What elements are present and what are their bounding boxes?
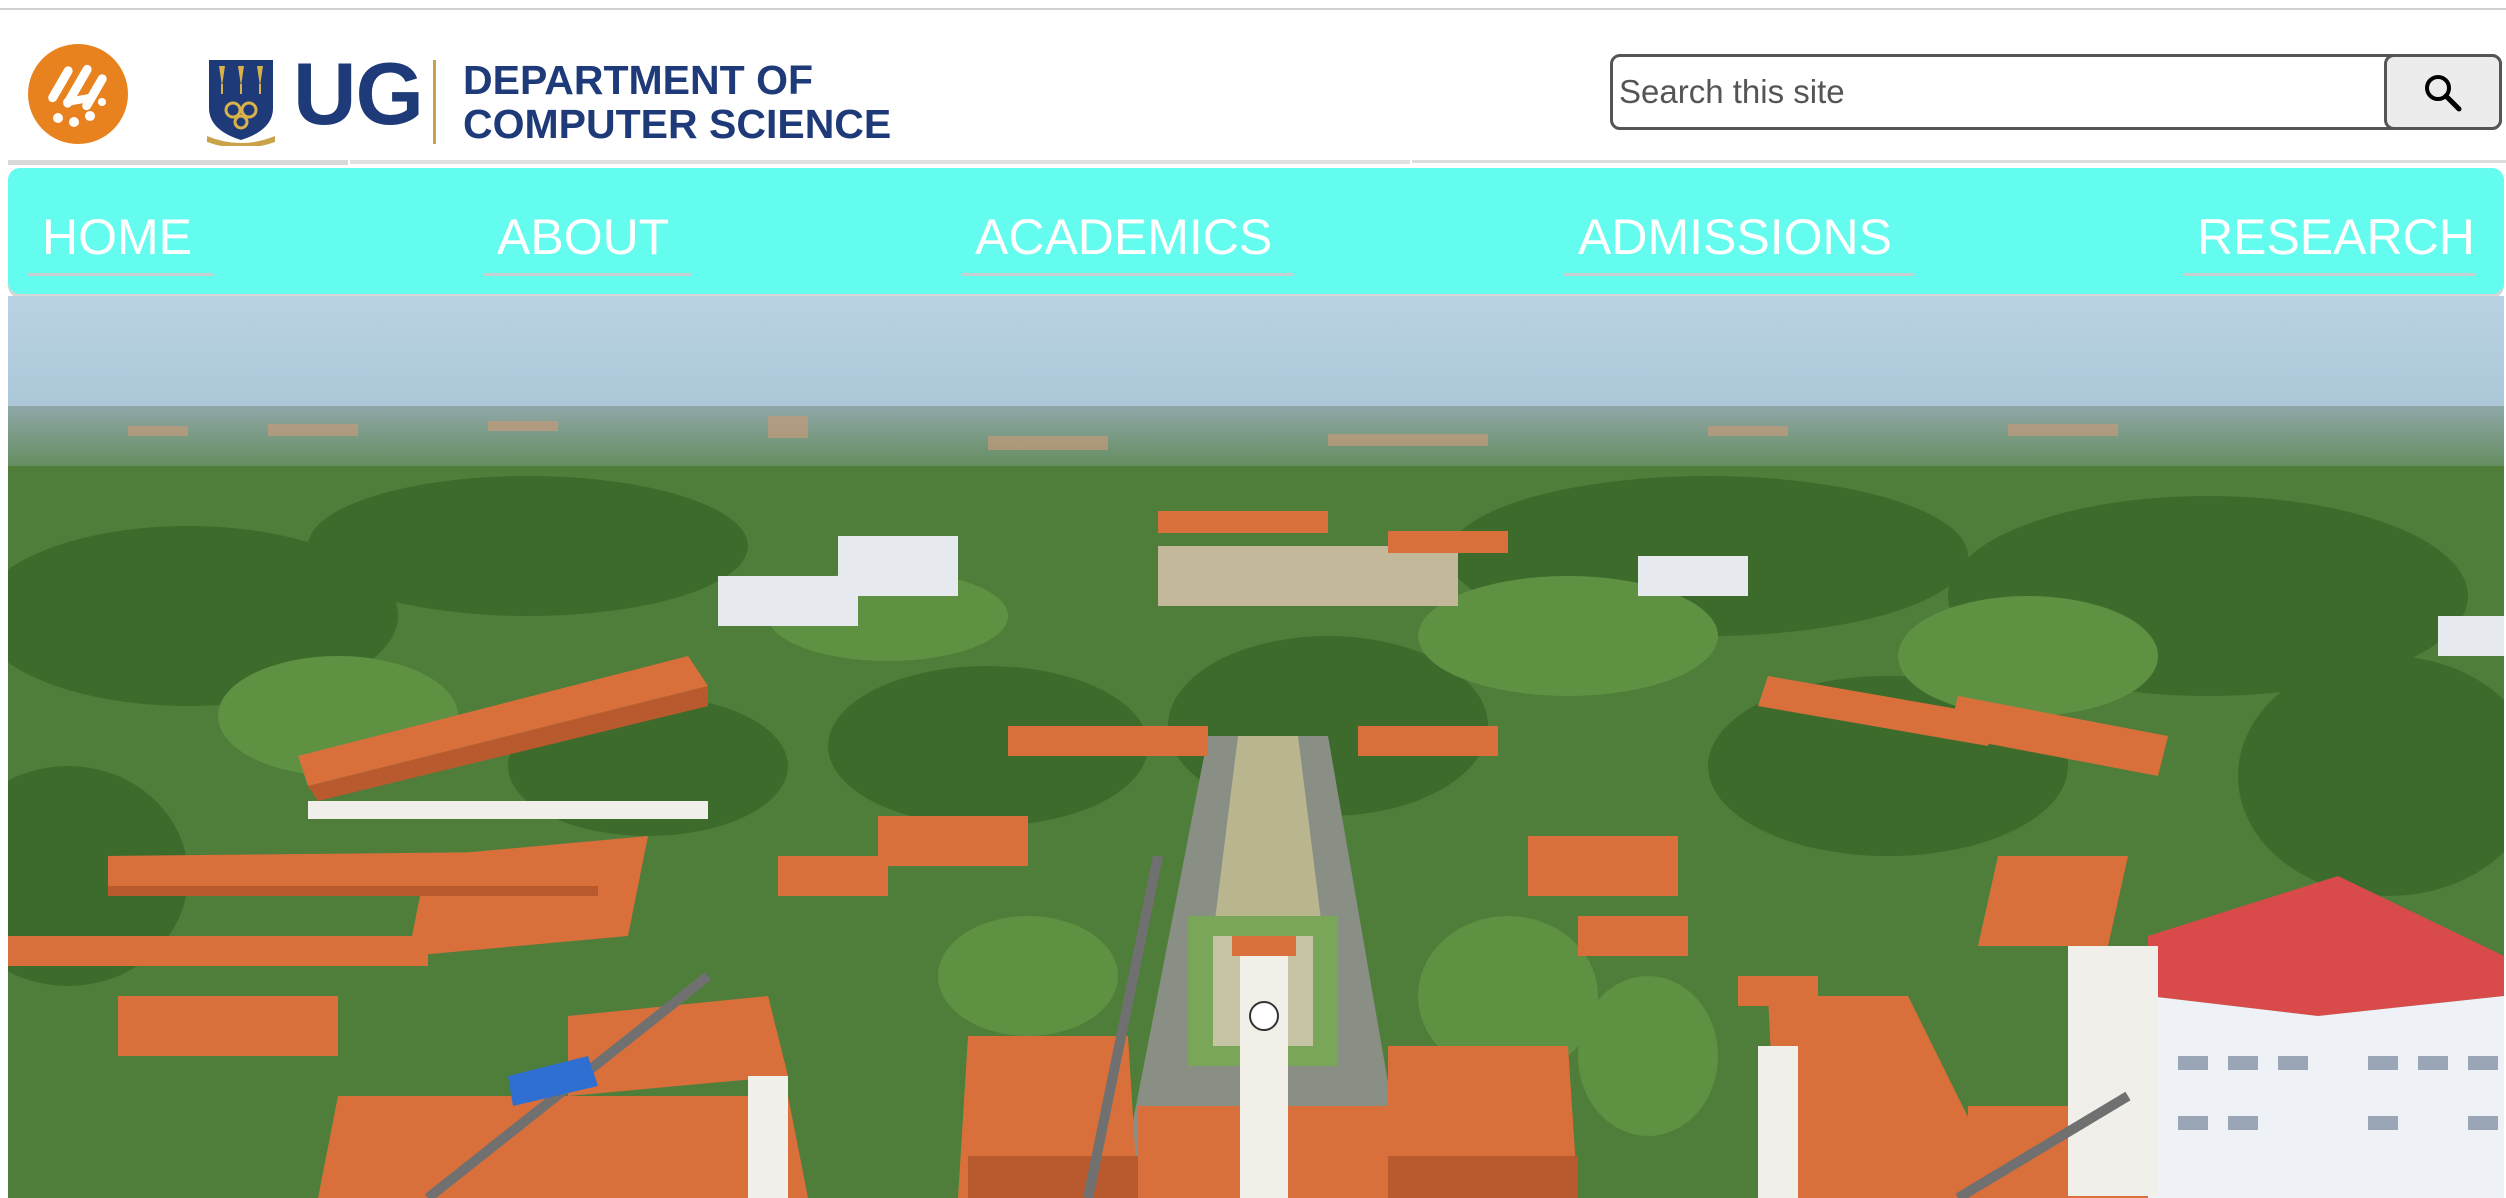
aerial-campus-photo [8, 296, 2504, 1198]
ug-department-logo[interactable]: UG DEPARTMENT OF COMPUTER SCIENCE [205, 46, 905, 160]
header-underline-right [1412, 160, 2506, 163]
header-underline-middle [350, 160, 1410, 164]
search-input[interactable] [1613, 57, 2383, 127]
site-logo-icon[interactable] [28, 44, 128, 144]
nav-item-research[interactable]: RESEARCH [2183, 208, 2475, 276]
main-navigation: HOME ABOUT ACADEMICS ADMISSIONS RESEARCH [8, 168, 2504, 294]
university-crest-icon [207, 60, 275, 146]
search-button[interactable] [2384, 54, 2502, 130]
logo-glyph-icon [48, 64, 107, 127]
nav-item-admissions[interactable]: ADMISSIONS [1564, 208, 1914, 276]
ug-logo-mark: UG [293, 44, 424, 143]
department-name-line-1: DEPARTMENT OF [463, 57, 814, 103]
nav-item-academics[interactable]: ACADEMICS [960, 208, 1295, 276]
site-header: UG DEPARTMENT OF COMPUTER SCIENCE [0, 10, 2506, 165]
nav-item-home[interactable]: HOME [28, 208, 214, 276]
nav-item-about[interactable]: ABOUT [482, 208, 692, 276]
header-underline-left [8, 160, 348, 165]
search-form [1610, 54, 2502, 130]
search-icon [2425, 75, 2462, 112]
department-name-line-2: COMPUTER SCIENCE [463, 101, 892, 147]
hero-banner [8, 296, 2504, 1198]
logo-divider [433, 60, 436, 144]
page: UG DEPARTMENT OF COMPUTER SCIENCE HOME A… [0, 0, 2506, 1198]
